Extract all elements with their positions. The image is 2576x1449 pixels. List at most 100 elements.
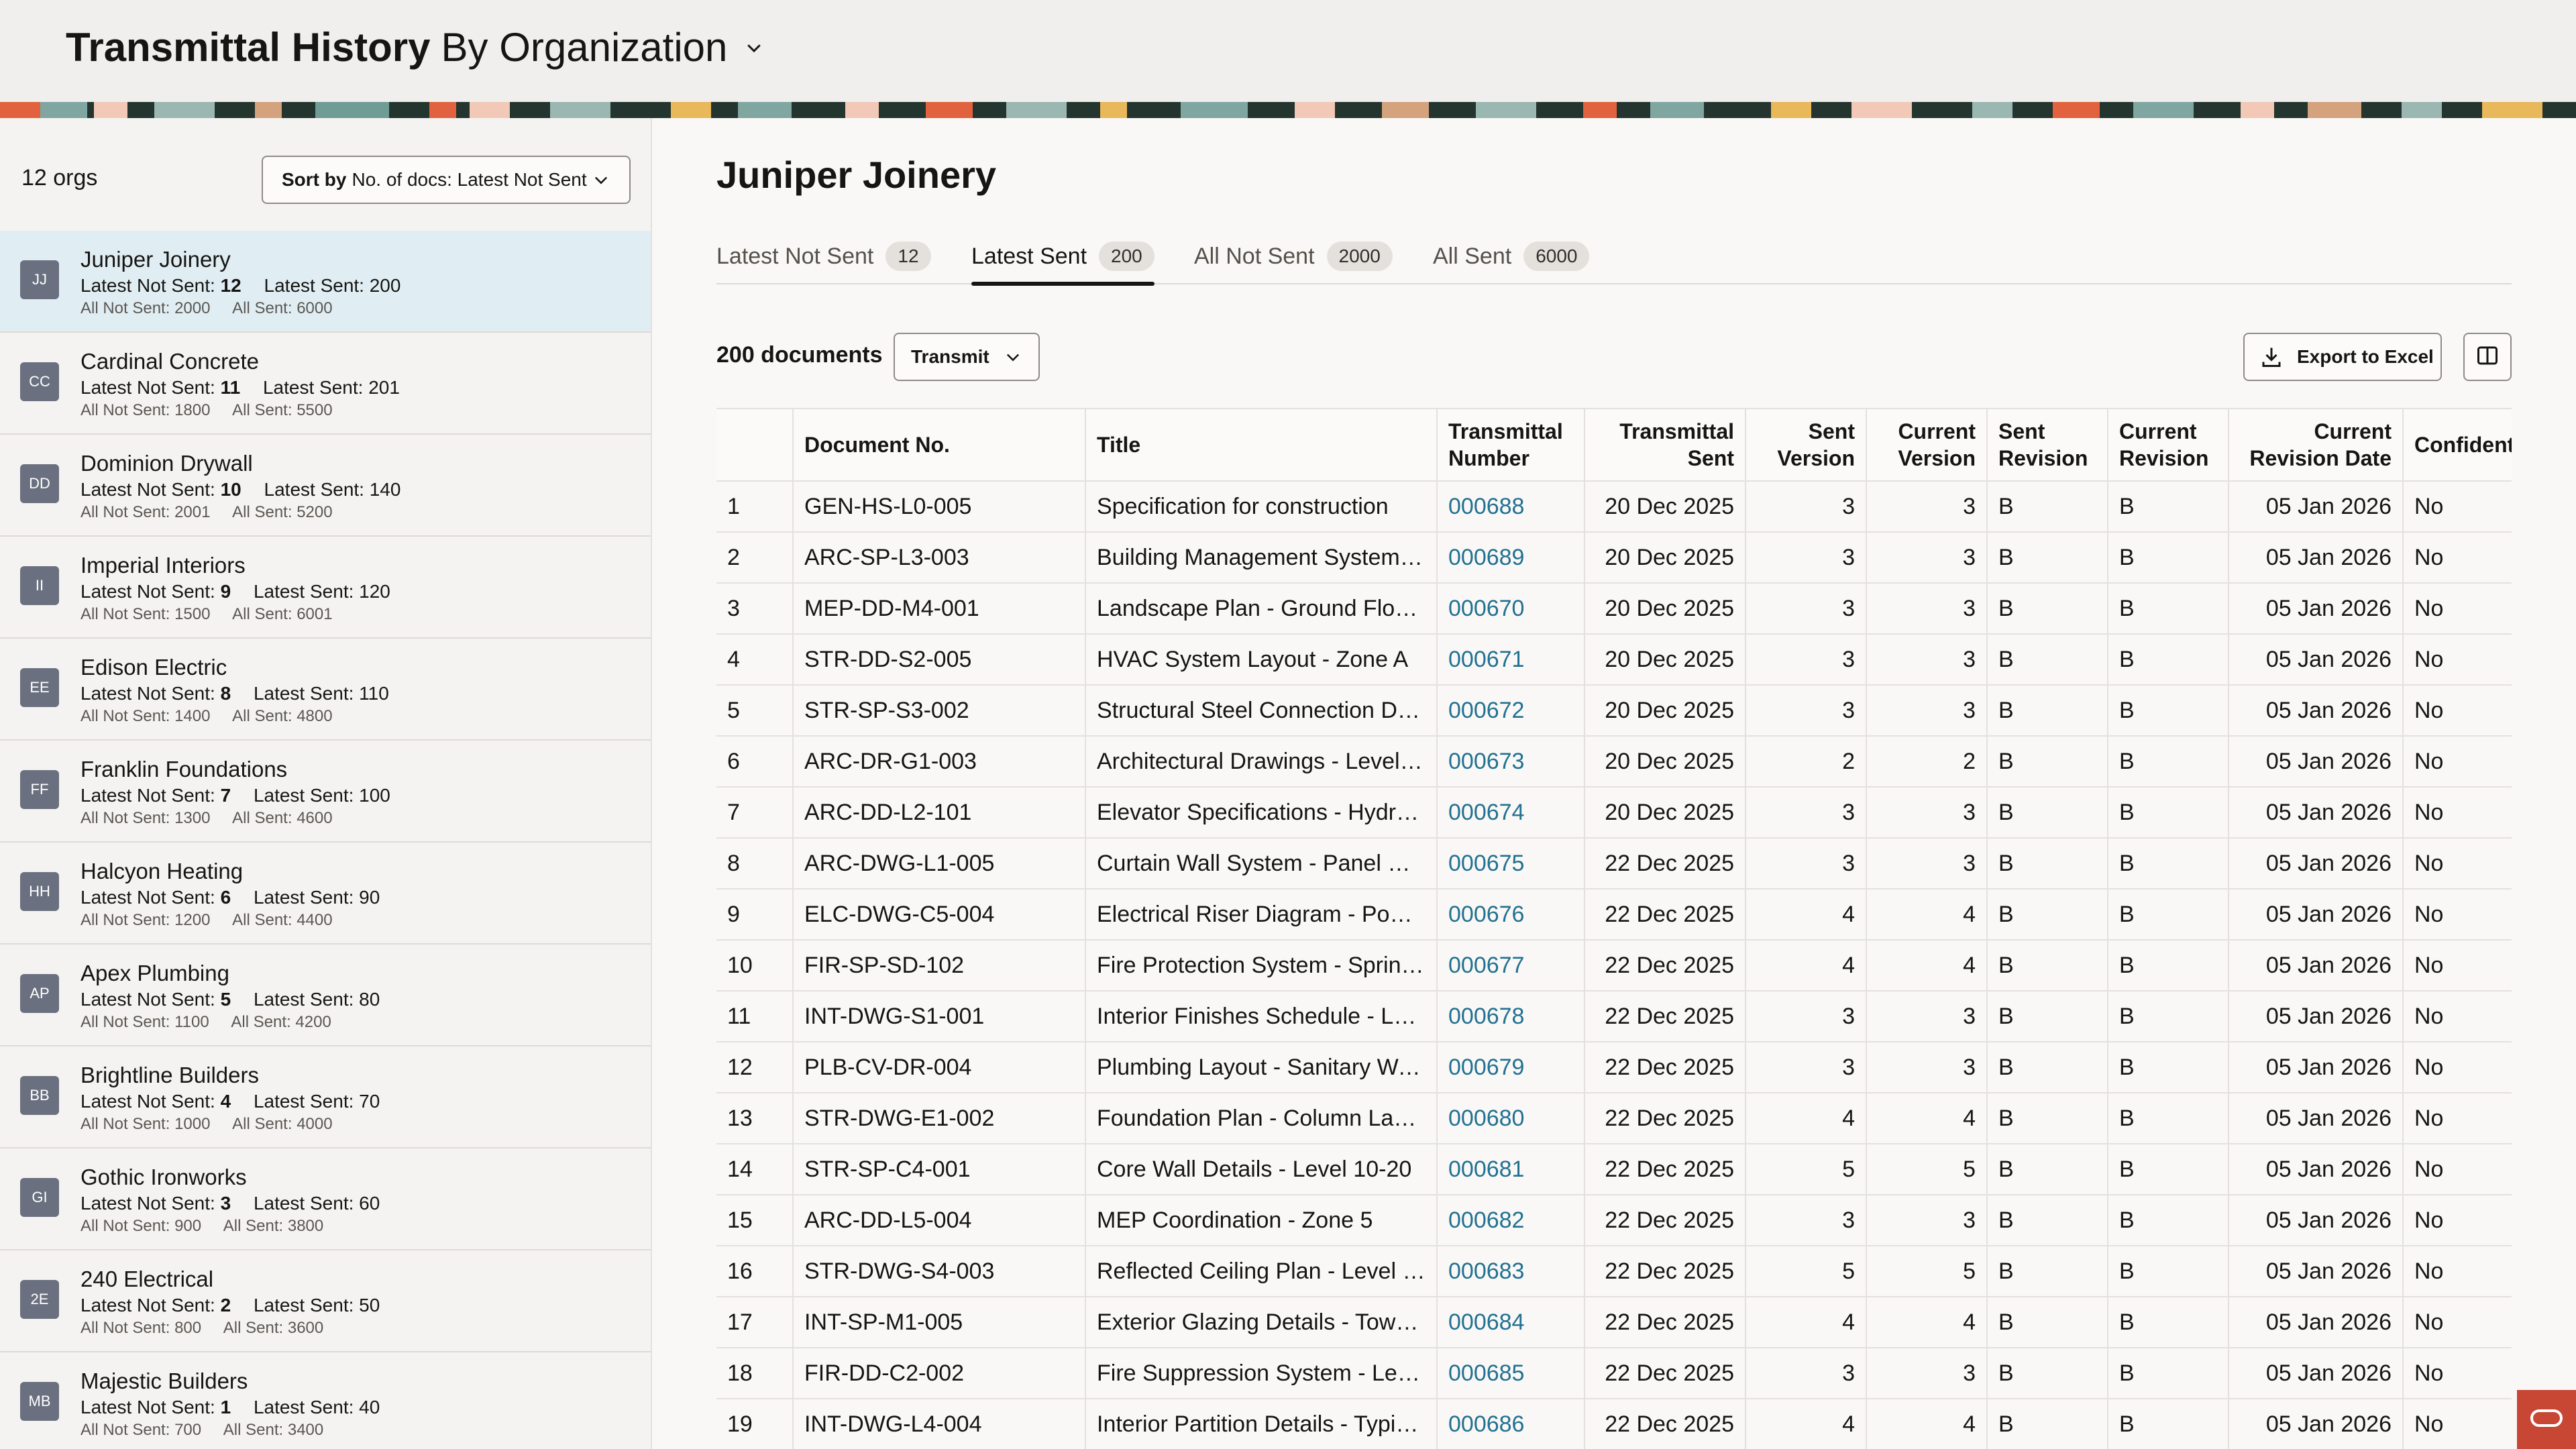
table-row[interactable]: 5 STR-SP-S3-002 Structural Steel Connectio…	[716, 685, 2512, 737]
transmittal-number-link[interactable]: 000670	[1437, 583, 1585, 635]
transmit-button[interactable]: Transmit	[894, 333, 1040, 381]
transmittal-number-link[interactable]: 000688	[1437, 481, 1585, 533]
table-cell: B	[2108, 1246, 2229, 1297]
table-row[interactable]: 17 INT-SP-M1-005 Exterior Glazing Details …	[716, 1297, 2512, 1348]
table-cell: 6	[716, 736, 794, 788]
org-list-item[interactable]: CC Cardinal Concrete Latest Not Sent: 11…	[0, 333, 651, 435]
table-cell: 22 Dec 2025	[1585, 1093, 1746, 1144]
table-cell: No	[2403, 481, 2512, 533]
org-list-item[interactable]: EE Edison Electric Latest Not Sent: 8 La…	[0, 639, 651, 741]
transmittal-number-link[interactable]: 000674	[1437, 787, 1585, 839]
avatar: II	[20, 566, 59, 605]
transmittal-number-link[interactable]: 000682	[1437, 1195, 1585, 1246]
column-header[interactable]: Confidential	[2402, 408, 2512, 482]
transmittal-number-link[interactable]: 000675	[1437, 838, 1585, 890]
org-list-item[interactable]: II Imperial Interiors Latest Not Sent: 9…	[0, 537, 651, 639]
org-list-item[interactable]: AP Apex Plumbing Latest Not Sent: 5 Late…	[0, 945, 651, 1046]
table-cell: 22 Dec 2025	[1585, 1399, 1746, 1449]
transmittal-number-link[interactable]: 000673	[1437, 736, 1585, 788]
org-list-item[interactable]: MB Majestic Builders Latest Not Sent: 1 …	[0, 1352, 651, 1449]
oracle-assistant-button[interactable]	[2517, 1390, 2576, 1449]
table-cell: 4	[1866, 889, 1988, 941]
table-row[interactable]: 19 INT-DWG-L4-004 Interior Partition Detai…	[716, 1399, 2512, 1449]
org-list-item[interactable]: GI Gothic Ironworks Latest Not Sent: 3 L…	[0, 1148, 651, 1250]
chevron-down-icon[interactable]	[741, 34, 767, 61]
table-row[interactable]: 12 PLB-CV-DR-004 Plumbing Layout - Sanitar…	[716, 1042, 2512, 1093]
table-row[interactable]: 18 FIR-DD-C2-002 Fire Suppression System -…	[716, 1348, 2512, 1399]
table-row[interactable]: 3 MEP-DD-M4-001 Landscape Plan - Ground Fl…	[716, 583, 2512, 635]
sort-dropdown[interactable]: Sort by No. of docs: Latest Not Sent	[262, 156, 631, 204]
transmittal-number-link[interactable]: 000681	[1437, 1144, 1585, 1195]
org-list-item[interactable]: FF Franklin Foundations Latest Not Sent:…	[0, 741, 651, 843]
transmittal-number-link[interactable]: 000686	[1437, 1399, 1585, 1449]
table-cell: Core Wall Details - Level 10-20	[1085, 1144, 1438, 1195]
org-list-item[interactable]: BB Brightline Builders Latest Not Sent: …	[0, 1046, 651, 1148]
table-cell: B	[1987, 736, 2108, 788]
table-row[interactable]: 10 FIR-SP-SD-102 Fire Protection System - …	[716, 940, 2512, 991]
transmittal-number-link[interactable]: 000672	[1437, 685, 1585, 737]
column-header[interactable]: Title	[1085, 408, 1438, 482]
transmittal-number-link[interactable]: 000685	[1437, 1348, 1585, 1399]
tab-count-badge: 2000	[1326, 241, 1393, 271]
table-cell: 18	[716, 1348, 794, 1399]
table-cell: 3	[1866, 1195, 1988, 1246]
table-row[interactable]: 6 ARC-DR-G1-003 Architectural Drawings - L…	[716, 736, 2512, 788]
org-list-item[interactable]: JJ Juniper Joinery Latest Not Sent: 12 L…	[0, 231, 651, 333]
org-list-item[interactable]: DD Dominion Drywall Latest Not Sent: 10 …	[0, 435, 651, 537]
tab-all-not-sent[interactable]: All Not Sent 2000	[1194, 228, 1393, 284]
table-cell: 22 Dec 2025	[1585, 1144, 1746, 1195]
tab-latest-sent[interactable]: Latest Sent 200	[971, 228, 1155, 286]
table-row[interactable]: 8 ARC-DWG-L1-005 Curtain Wall System - Pan…	[716, 838, 2512, 890]
column-header[interactable]: Sent Version	[1745, 408, 1867, 482]
org-list-item[interactable]: 2E 240 Electrical Latest Not Sent: 2 Lat…	[0, 1250, 651, 1352]
latest-not-sent-label: Latest Not Sent:	[80, 1091, 215, 1112]
table-cell: B	[1987, 1042, 2108, 1093]
document-count: 200 documents	[716, 342, 883, 368]
transmittal-number-link[interactable]: 000679	[1437, 1042, 1585, 1093]
column-header[interactable]	[716, 408, 794, 482]
org-name: Franklin Foundations	[80, 757, 288, 782]
export-to-excel-button[interactable]: Export to Excel	[2243, 333, 2442, 381]
transmittal-number-link[interactable]: 000689	[1437, 532, 1585, 584]
org-all-counts: All Not Sent: 1800 All Sent: 5500	[80, 401, 333, 420]
column-header[interactable]: Document No.	[792, 408, 1086, 482]
transmittal-number-link[interactable]: 000677	[1437, 940, 1585, 991]
table-cell: 10	[716, 940, 794, 991]
column-header[interactable]: Transmittal Sent	[1584, 408, 1746, 482]
column-header[interactable]: Current Revision	[2107, 408, 2229, 482]
table-row[interactable]: 4 STR-DD-S2-005 HVAC System Layout - Zone …	[716, 634, 2512, 686]
table-row[interactable]: 13 STR-DWG-E1-002 Foundation Plan - Column…	[716, 1093, 2512, 1144]
org-list-item[interactable]: HH Halcyon Heating Latest Not Sent: 6 La…	[0, 843, 651, 945]
transmittal-number-link[interactable]: 000678	[1437, 991, 1585, 1042]
table-row[interactable]: 9 ELC-DWG-C5-004 Electrical Riser Diagram …	[716, 889, 2512, 941]
table-cell: GEN-HS-L0-005	[793, 481, 1086, 533]
table-row[interactable]: 16 STR-DWG-S4-003 Reflected Ceiling Plan -…	[716, 1246, 2512, 1297]
table-cell: 3	[1746, 1348, 1867, 1399]
columns-toggle-button[interactable]	[2463, 333, 2512, 381]
transmittal-number-link[interactable]: 000683	[1437, 1246, 1585, 1297]
org-name: Majestic Builders	[80, 1368, 248, 1393]
tab-latest-not-sent[interactable]: Latest Not Sent 12	[716, 228, 931, 284]
column-header[interactable]: Sent Revision	[1986, 408, 2108, 482]
view-selector-label[interactable]: By Organization	[441, 24, 728, 70]
table-cell: B	[2108, 1144, 2229, 1195]
transmittal-number-link[interactable]: 000684	[1437, 1297, 1585, 1348]
all-not-sent-value: 1200	[174, 911, 211, 929]
org-name: Imperial Interiors	[80, 553, 246, 578]
all-sent-value: 5200	[297, 503, 333, 521]
column-header[interactable]: Transmittal Number	[1436, 408, 1585, 482]
transmittal-number-link[interactable]: 000680	[1437, 1093, 1585, 1144]
table-row[interactable]: 14 STR-SP-C4-001 Core Wall Details - Level…	[716, 1144, 2512, 1195]
table-row[interactable]: 1 GEN-HS-L0-005 Specification for construc…	[716, 481, 2512, 533]
transmittal-number-link[interactable]: 000676	[1437, 889, 1585, 941]
table-row[interactable]: 11 INT-DWG-S1-001 Interior Finishes Schedu…	[716, 991, 2512, 1042]
column-header[interactable]: Current Revision Date	[2228, 408, 2404, 482]
column-header[interactable]: Current Version	[1866, 408, 1988, 482]
tab-all-sent[interactable]: All Sent 6000	[1433, 228, 1590, 284]
table-cell: 4	[1746, 1093, 1867, 1144]
table-row[interactable]: 2 ARC-SP-L3-003 Building Management System…	[716, 532, 2512, 584]
transmittal-number-link[interactable]: 000671	[1437, 634, 1585, 686]
latest-sent-value: 60	[359, 1193, 380, 1214]
table-row[interactable]: 7 ARC-DD-L2-101 Elevator Specifications - …	[716, 787, 2512, 839]
table-row[interactable]: 15 ARC-DD-L5-004 MEP Coordination - Zone 5…	[716, 1195, 2512, 1246]
